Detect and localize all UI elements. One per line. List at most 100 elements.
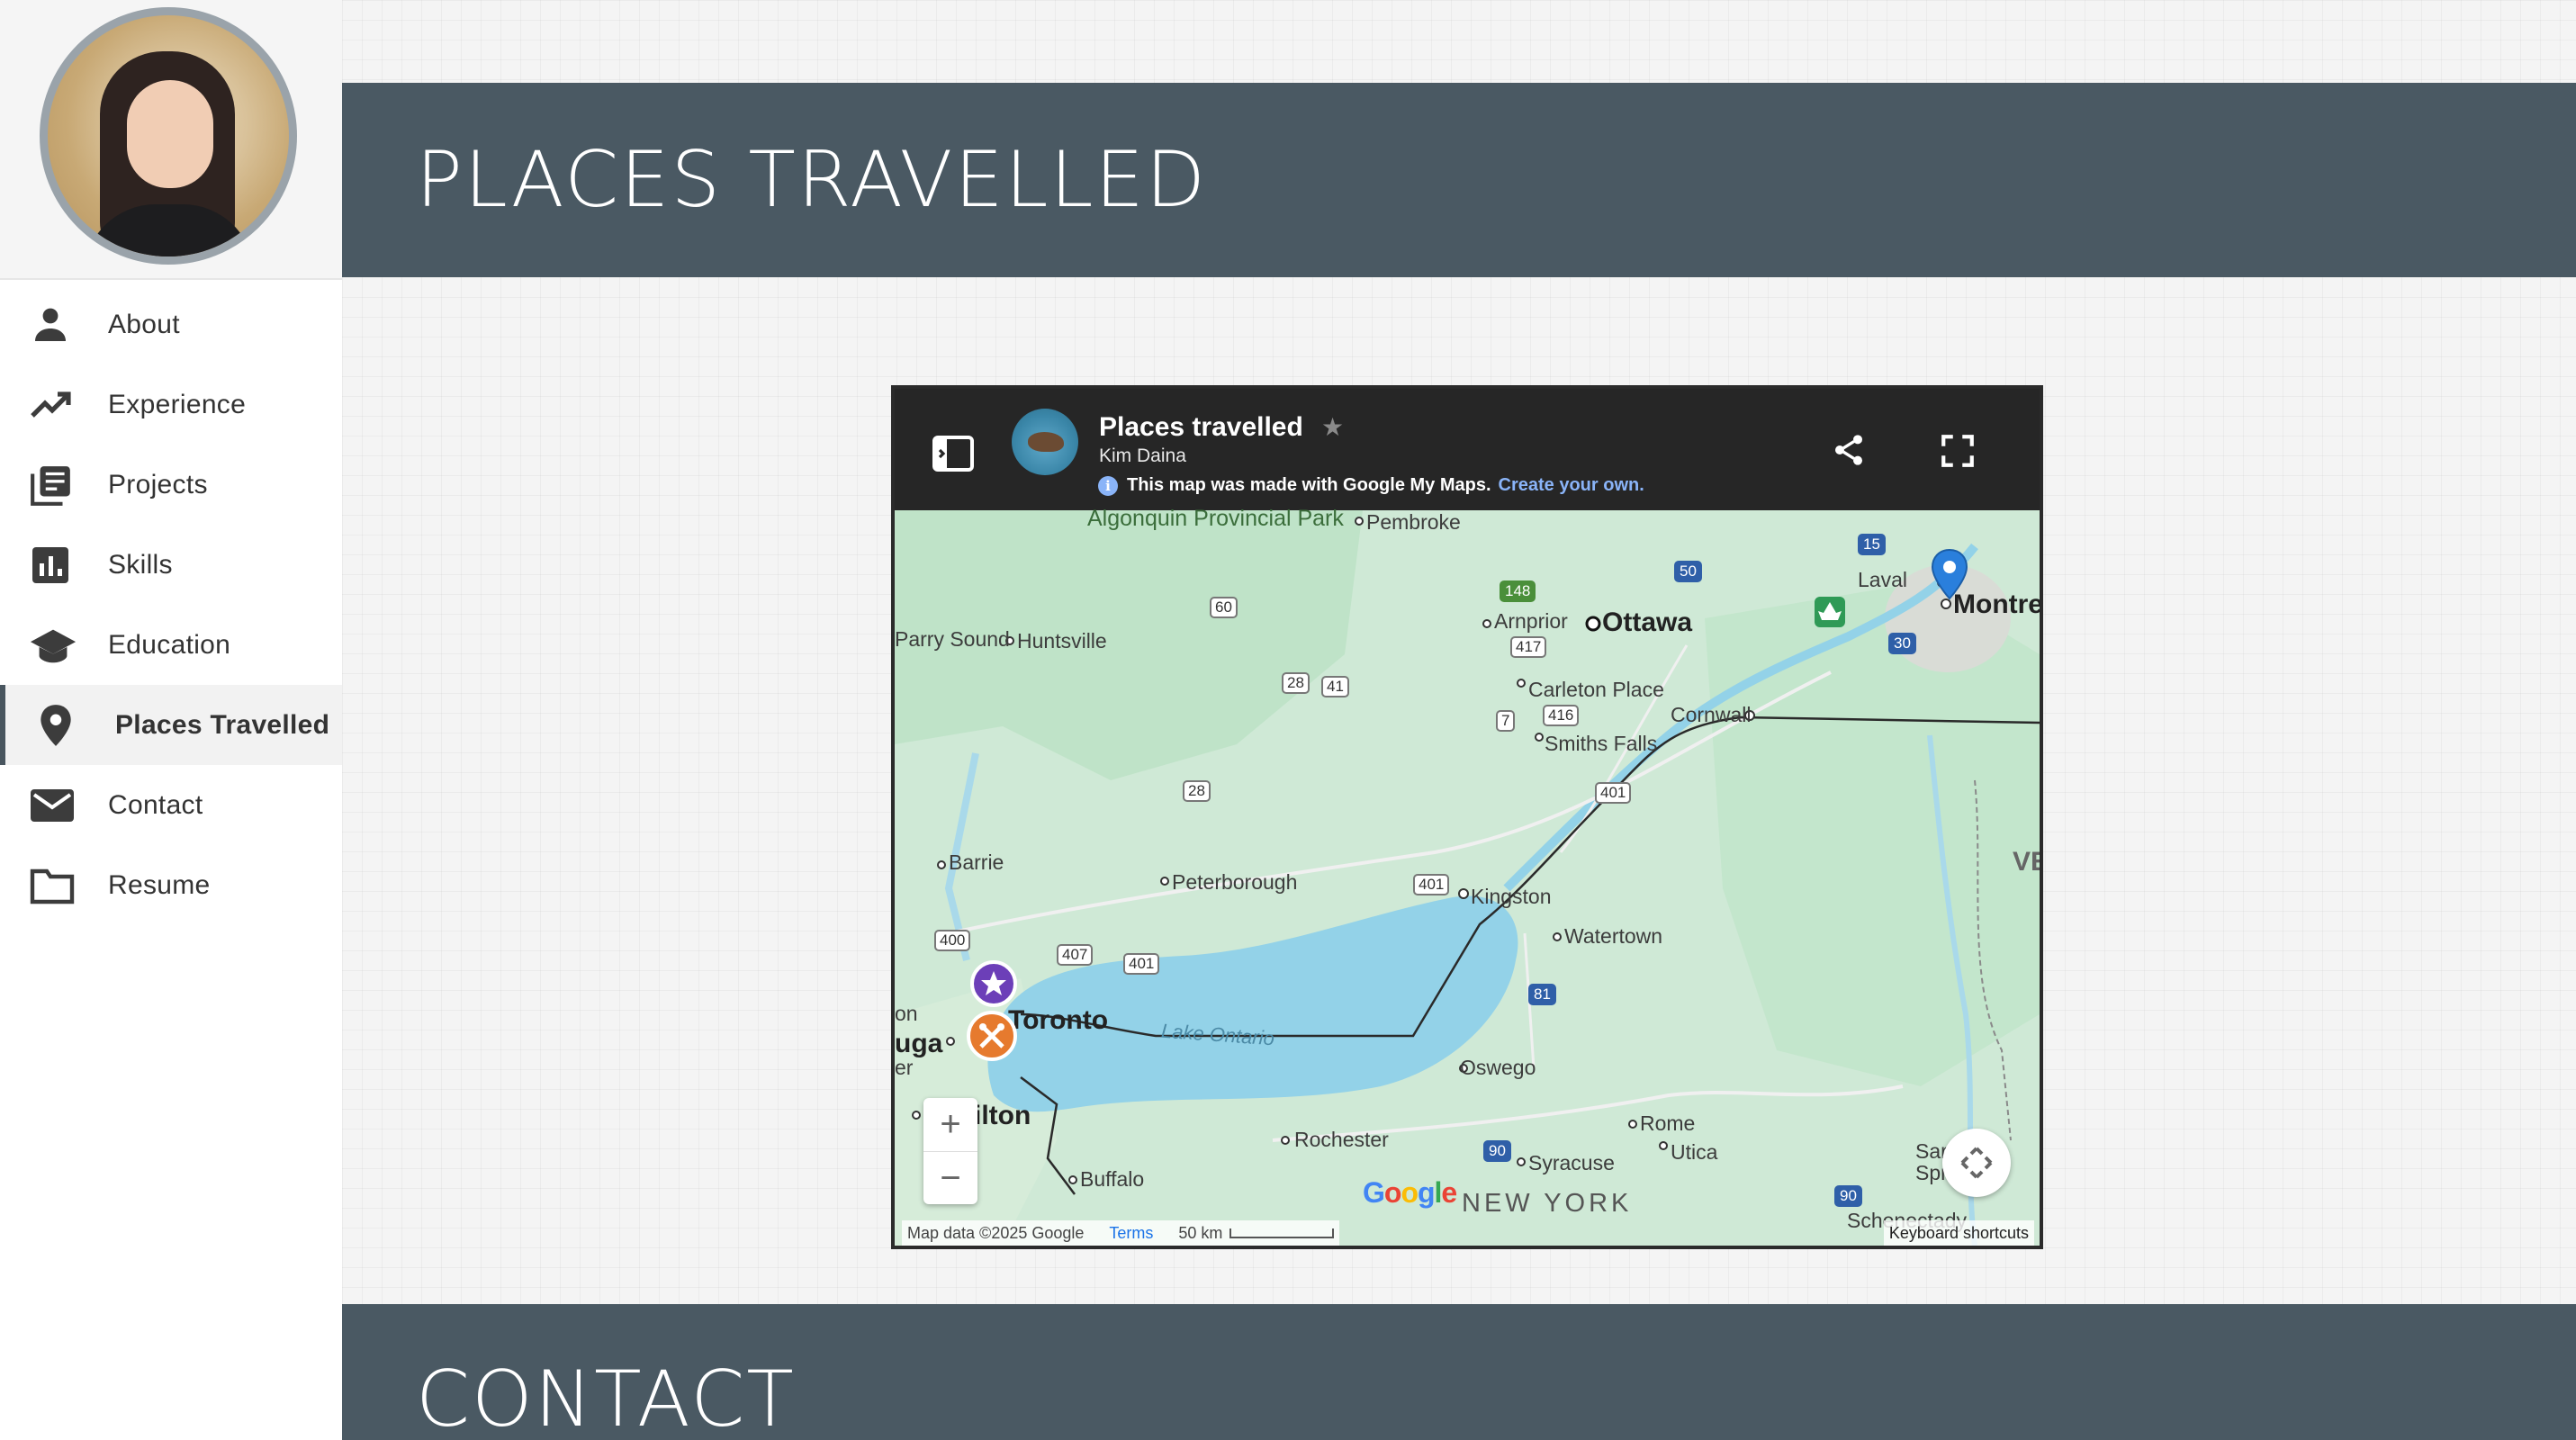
map-label-park: Algonquin Provincial Park: [1087, 506, 1344, 531]
map-label: Arnprior: [1494, 609, 1568, 633]
section-header-places: PLACES TRAVELLED: [342, 83, 2576, 277]
zoom-in-button[interactable]: +: [923, 1098, 977, 1151]
sidebar-item-label: Education: [108, 629, 231, 660]
location-pin-icon: [36, 701, 85, 750]
map-info-banner: i This map was made with Google My Maps.…: [1098, 475, 1644, 496]
folder-icon: [29, 861, 77, 910]
highway-shield: 41: [1321, 676, 1349, 698]
map-label: Huntsville: [1017, 629, 1107, 652]
move-arrows-icon: [1959, 1145, 1995, 1185]
map-label: Carleton Place: [1528, 678, 1664, 701]
section-header-contact: CONTACT: [342, 1304, 2576, 1440]
zoom-out-button[interactable]: −: [923, 1151, 977, 1204]
sidebar-nav: About Experience Projects Skills Educati…: [0, 284, 342, 925]
map-author: Kim Daina: [1099, 446, 1186, 466]
sidebar-item-label: Places Travelled: [115, 709, 330, 740]
map-label: Buffalo: [1080, 1167, 1145, 1191]
map-label: Rochester: [1294, 1128, 1389, 1151]
terms-link[interactable]: Terms: [1109, 1224, 1153, 1243]
sidebar-toggle-icon[interactable]: [932, 436, 974, 472]
google-map-embed[interactable]: Places travelled ★ Kim Daina i This map …: [891, 385, 2043, 1249]
map-header: Places travelled ★ Kim Daina i This map …: [895, 389, 2040, 510]
map-label: Syracuse: [1528, 1151, 1615, 1174]
sidebar-item-label: Projects: [108, 469, 208, 500]
map-label: Barrie: [949, 850, 1004, 874]
map-data-credit: Map data ©2025 Google: [907, 1223, 1085, 1242]
person-icon: [29, 301, 77, 349]
sidebar-item-skills[interactable]: Skills: [0, 525, 342, 605]
share-icon[interactable]: [1831, 432, 1867, 468]
map-label: Parry Sound: [895, 627, 1010, 651]
map-label: Pembroke: [1366, 510, 1461, 534]
section-title: PLACES TRAVELLED: [416, 135, 1208, 225]
highway-shield: 60: [1210, 597, 1238, 618]
sidebar-item-label: Contact: [108, 789, 203, 820]
graduation-cap-icon: [29, 621, 77, 670]
fullscreen-icon[interactable]: [1939, 432, 1977, 470]
library-books-icon: [29, 461, 77, 509]
keyboard-shortcuts-link[interactable]: Keyboard shortcuts: [1889, 1224, 2029, 1243]
map-label: Oswego: [1460, 1056, 1536, 1079]
main-content: PLACES TRAVELLED Places travelled ★ Kim …: [342, 0, 2576, 1440]
sidebar-item-education[interactable]: Education: [0, 605, 342, 685]
highway-shield: 148: [1500, 580, 1536, 602]
highway-shield: 401: [1595, 782, 1632, 804]
map-label: Ottawa: [1602, 608, 1693, 637]
sidebar-item-resume[interactable]: Resume: [0, 845, 342, 925]
avatar-container: [0, 0, 342, 280]
sidebar-item-label: About: [108, 309, 180, 339]
map-label: er: [895, 1056, 914, 1079]
map-label: NEW YORK: [1462, 1189, 1633, 1218]
star-icon[interactable]: ★: [1321, 412, 1344, 442]
mail-icon: [29, 781, 77, 830]
map-title: Places travelled: [1099, 412, 1303, 442]
map-label: VE: [2013, 847, 2040, 877]
google-logo: Google: [1363, 1176, 1457, 1209]
map-label: Laval: [1858, 568, 1907, 591]
sidebar-item-contact[interactable]: Contact: [0, 765, 342, 845]
highway-shield: 28: [1183, 780, 1211, 802]
map-label: Smiths Falls: [1545, 732, 1658, 755]
recenter-button[interactable]: [1942, 1129, 2011, 1197]
highway-shield: 7: [1496, 710, 1516, 732]
sidebar-item-label: Experience: [108, 389, 247, 419]
sidebar-item-label: Resume: [108, 869, 211, 900]
map-label: Utica: [1671, 1140, 1718, 1164]
star-marker-icon[interactable]: [970, 960, 1017, 1012]
info-text: This map was made with Google My Maps.: [1127, 475, 1491, 495]
highway-shield: 417: [1510, 636, 1547, 658]
map-label: Toronto: [1008, 1005, 1109, 1035]
map-owner-avatar: [1012, 409, 1078, 475]
create-your-own-link[interactable]: Create your own.: [1499, 475, 1644, 496]
avatar: [40, 7, 297, 265]
map-label: Peterborough: [1172, 870, 1298, 894]
highway-shield: 90: [1483, 1140, 1511, 1162]
zoom-control: + −: [923, 1098, 977, 1204]
highway-shield: 15: [1858, 534, 1886, 555]
sidebar-item-about[interactable]: About: [0, 284, 342, 364]
highway-shield: 30: [1888, 633, 1916, 654]
highway-shield: 28: [1282, 672, 1310, 694]
sidebar-item-label: Skills: [108, 549, 173, 580]
highway-shield: 81: [1528, 984, 1556, 1005]
map-label: on: [895, 1002, 918, 1025]
sidebar-item-experience[interactable]: Experience: [0, 364, 342, 445]
highway-shield: 416: [1543, 705, 1580, 726]
highway-shield: 401: [1123, 953, 1160, 975]
map-label: uga: [895, 1029, 943, 1058]
map-label: Kingston: [1471, 885, 1552, 908]
map-canvas[interactable]: Algonquin Provincial Park Pembroke Laval…: [895, 506, 2040, 1246]
sidebar: About Experience Projects Skills Educati…: [0, 0, 342, 1440]
section-title: CONTACT: [416, 1354, 796, 1440]
sidebar-item-projects[interactable]: Projects: [0, 445, 342, 525]
sidebar-item-places-travelled[interactable]: Places Travelled: [0, 685, 342, 765]
scale-bar: 50 km: [1178, 1224, 1335, 1243]
highway-shield: 400: [934, 930, 971, 951]
trending-up-icon: [29, 381, 77, 429]
map-label: Cornwall: [1671, 703, 1752, 726]
location-pin-icon[interactable]: [1930, 548, 1969, 605]
info-icon: i: [1098, 475, 1118, 496]
restaurant-marker-icon[interactable]: [967, 1011, 1017, 1066]
map-label: Watertown: [1564, 924, 1663, 948]
highway-shield: 90: [1834, 1185, 1862, 1207]
